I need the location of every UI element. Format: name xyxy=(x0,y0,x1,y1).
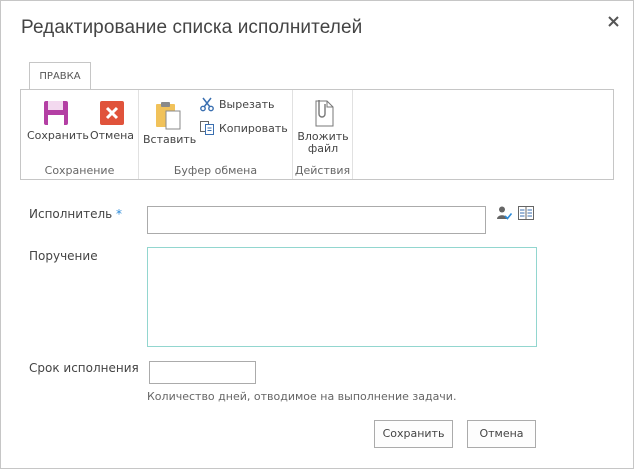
save-button[interactable]: Сохранить xyxy=(27,100,89,142)
paste-button-label: Вставить xyxy=(143,133,197,146)
ribbon: Сохранить Отмена Сохранение Вставить Выр… xyxy=(20,89,614,180)
address-book-icon[interactable] xyxy=(517,205,535,225)
footer-save-button[interactable]: Сохранить xyxy=(374,420,453,448)
copy-button[interactable]: Копировать xyxy=(199,120,288,136)
paste-button[interactable]: Вставить xyxy=(143,100,197,146)
required-mark: * xyxy=(116,207,123,221)
dialog-title: Редактирование списка исполнителей xyxy=(21,17,363,38)
close-icon[interactable] xyxy=(605,13,623,31)
cancel-icon xyxy=(100,101,124,125)
assignment-label: Поручение xyxy=(29,249,98,263)
attach-file-icon xyxy=(315,100,334,127)
deadline-label: Срок исполнения xyxy=(29,361,139,375)
ribbon-group-label-save: Сохранение xyxy=(44,164,115,177)
attach-file-button[interactable]: Вложить файл xyxy=(295,98,351,155)
deadline-hint: Количество дней, отводимое на выполнение… xyxy=(147,390,457,403)
cancel-button[interactable]: Отмена xyxy=(89,100,135,142)
ribbon-group-save: Сохранить Отмена Сохранение xyxy=(21,90,139,179)
save-button-label: Сохранить xyxy=(27,129,89,142)
check-names-icon[interactable] xyxy=(496,205,513,225)
cut-button-label: Вырезать xyxy=(219,97,275,111)
attach-file-label-line2: файл xyxy=(307,142,339,155)
scissors-icon xyxy=(200,97,214,112)
executor-label-text: Исполнитель xyxy=(29,207,113,221)
tab-edit[interactable]: ПРАВКА xyxy=(29,62,91,89)
cancel-button-label: Отмена xyxy=(89,129,135,142)
copy-icon xyxy=(200,121,214,135)
deadline-input[interactable] xyxy=(149,361,256,384)
paste-icon xyxy=(156,102,181,130)
edit-executors-dialog: Редактирование списка исполнителей ПРАВК… xyxy=(0,0,634,469)
copy-button-label: Копировать xyxy=(219,121,288,135)
executor-label: Исполнитель * xyxy=(29,207,122,221)
ribbon-group-actions: Вложить файл Действия xyxy=(293,90,353,179)
ribbon-group-label-actions: Действия xyxy=(294,164,351,177)
executor-input[interactable] xyxy=(147,206,486,234)
cut-button[interactable]: Вырезать xyxy=(199,96,274,112)
ribbon-group-clipboard: Вставить Вырезать Копировать Буфер обмен… xyxy=(139,90,293,179)
assignment-textarea[interactable] xyxy=(147,247,537,347)
ribbon-group-label-clipboard: Буфер обмена xyxy=(173,164,258,177)
save-icon xyxy=(44,101,68,125)
footer-cancel-button[interactable]: Отмена xyxy=(467,420,536,448)
